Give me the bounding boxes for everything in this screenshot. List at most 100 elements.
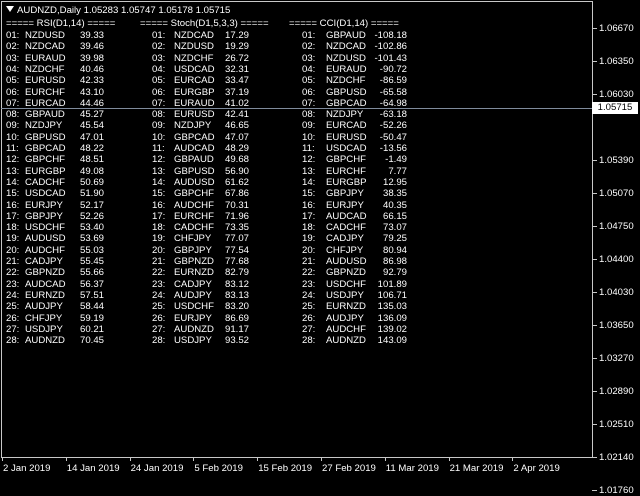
- row-value: 12.95: [382, 176, 407, 188]
- row-symbol: NZDJPY: [326, 109, 364, 121]
- price-tick: [592, 424, 597, 425]
- dropdown-triangle-icon[interactable]: [6, 6, 14, 12]
- time-tick-label: 14 Jan 2019: [66, 463, 120, 474]
- indicator-row: 11: USDCAD -13.56: [0, 143, 640, 154]
- price-tick-label: 1.02510: [599, 419, 634, 430]
- row-rank: 07:: [302, 97, 316, 109]
- indicator-row: 14: EURGBP 12.95: [0, 177, 640, 188]
- indicator-row: 04: EURAUD -90.72: [0, 64, 640, 75]
- row-symbol: AUDUSD: [326, 256, 367, 267]
- row-rank: 06:: [302, 86, 316, 98]
- time-tick: [512, 457, 514, 461]
- row-symbol: EURCHF: [326, 165, 366, 177]
- price-tick: [592, 391, 597, 392]
- row-value: 66.15: [382, 210, 407, 222]
- row-symbol: GBPUSD: [326, 86, 367, 98]
- time-tick: [448, 457, 450, 461]
- row-symbol: GBPAUD: [326, 30, 366, 41]
- row-rank: 10:: [302, 131, 316, 143]
- time-tick-label: 15 Feb 2019: [258, 463, 313, 474]
- indicator-row: 25: EURNZD 135.03: [0, 301, 640, 312]
- row-rank: 26:: [302, 312, 316, 324]
- row-rank: 14:: [302, 176, 316, 188]
- time-tick: [193, 457, 195, 461]
- indicator-row: 23: USDCHF 101.89: [0, 279, 640, 290]
- row-symbol: NZDUSD: [326, 52, 366, 64]
- row-value: -65.58: [379, 86, 407, 98]
- indicator-row: 06: GBPUSD -65.58: [0, 87, 640, 98]
- time-tick-label: 27 Feb 2019: [322, 463, 376, 474]
- row-value: 136.09: [377, 312, 407, 324]
- price-tick-label: 1.02140: [599, 452, 634, 463]
- row-symbol: GBPJPY: [326, 188, 364, 200]
- chart-title-text: AUDNZD,Daily 1.05283 1.05747 1.05178 1.0…: [17, 5, 231, 16]
- row-value: -1.49: [385, 154, 407, 166]
- indicator-row: 21: AUDUSD 86.98: [0, 256, 640, 267]
- indicator-row: 03: NZDUSD -101.43: [0, 53, 640, 64]
- row-value: -52.26: [379, 120, 407, 132]
- row-rank: 19:: [302, 233, 316, 245]
- row-symbol: GBPCHF: [326, 154, 366, 166]
- price-tick-label: 1.01760: [599, 485, 634, 496]
- time-tick: [321, 457, 322, 461]
- row-value: -108.18: [374, 30, 407, 41]
- time-tick-label: 21 Mar 2019: [449, 463, 504, 474]
- time-tick-label: 11 Mar 2019: [385, 463, 439, 474]
- row-symbol: CADJPY: [326, 233, 364, 245]
- row-rank: 08:: [302, 109, 316, 121]
- indicator-row: 13: EURCHF 7.77: [0, 166, 640, 177]
- price-tick-label: 1.03270: [599, 353, 634, 364]
- row-value: 38.35: [382, 188, 407, 200]
- row-symbol: EURAUD: [326, 63, 367, 75]
- row-symbol: USDJPY: [326, 289, 364, 301]
- row-value: 73.07: [382, 222, 407, 234]
- price-tick: [592, 358, 597, 359]
- row-value: 79.25: [382, 233, 407, 245]
- indicator-row: 19: CADJPY 79.25: [0, 233, 640, 244]
- row-symbol: EURUSD: [326, 131, 367, 143]
- row-rank: 23:: [302, 278, 316, 290]
- row-value: -101.43: [374, 52, 407, 64]
- indicator-row: 22: GBPNZD 92.79: [0, 267, 640, 278]
- time-tick: [2, 457, 3, 461]
- row-value: -86.59: [379, 75, 407, 87]
- row-rank: 18:: [302, 222, 316, 234]
- price-tick: [592, 457, 597, 458]
- price-tick: [592, 490, 597, 491]
- indicator-row: 24: USDJPY 106.71: [0, 290, 640, 301]
- row-value: 92.79: [382, 267, 407, 279]
- row-rank: 16:: [302, 199, 316, 211]
- row-rank: 28:: [302, 335, 316, 347]
- row-value: 106.71: [377, 289, 407, 301]
- indicator-row: 09: EURCAD -52.26: [0, 120, 640, 131]
- indicator-row: 01: GBPAUD -108.18: [0, 30, 640, 41]
- row-rank: 03:: [302, 52, 316, 64]
- indicator-header: ===== RSI(D1,14) =====: [6, 18, 116, 29]
- price-tick: [592, 28, 597, 29]
- indicator-row: 07: GBPCAD -64.98: [0, 98, 640, 109]
- time-tick-label: 2 Apr 2019: [513, 463, 560, 474]
- time-tick-label: 24 Jan 2019: [130, 463, 184, 474]
- row-symbol: AUDCHF: [326, 323, 366, 335]
- time-tick: [129, 457, 131, 461]
- row-symbol: AUDCAD: [326, 210, 367, 222]
- indicator-row: 17: AUDCAD 66.15: [0, 211, 640, 222]
- indicator-row: 20: CHFJPY 80.94: [0, 245, 640, 256]
- indicator-header: ===== Stoch(D1,5,3,3) =====: [140, 18, 269, 29]
- row-value: 40.35: [382, 199, 407, 211]
- row-value: -13.56: [379, 143, 407, 154]
- row-symbol: NZDCAD: [326, 41, 366, 53]
- indicator-row: 15: GBPJPY 38.35: [0, 188, 640, 199]
- time-tick: [257, 457, 259, 461]
- indicator-row: 28: AUDNZD 143.09: [0, 335, 640, 346]
- row-rank: 02:: [302, 41, 316, 53]
- row-symbol: GBPCAD: [326, 97, 367, 109]
- indicator-row: 10: EURUSD -50.47: [0, 132, 640, 143]
- row-rank: 11:: [302, 143, 315, 154]
- row-rank: 22:: [302, 267, 316, 279]
- indicator-row: 05: NZDCHF -86.59: [0, 75, 640, 86]
- row-rank: 24:: [302, 289, 316, 301]
- time-tick-label: 5 Feb 2019: [194, 463, 243, 474]
- row-rank: 04:: [302, 63, 316, 75]
- row-rank: 09:: [302, 120, 316, 132]
